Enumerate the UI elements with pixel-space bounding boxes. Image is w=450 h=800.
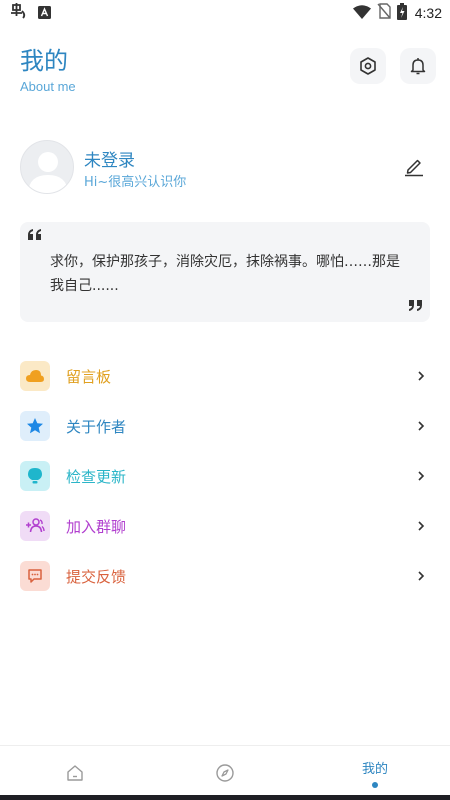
menu-item-about-author[interactable]: 关于作者 <box>20 401 430 451</box>
a-badge-icon <box>38 4 51 23</box>
quote-open-icon <box>28 229 41 240</box>
status-time: 4:32 <box>414 5 442 21</box>
edit-profile-button[interactable] <box>402 154 426 178</box>
settings-hexagon-icon <box>360 57 376 75</box>
quote-text: 求你，保护那孩子，消除灾厄，抹除祸事。哪怕……那是我自己...... <box>50 254 400 294</box>
chevron-right-icon <box>418 371 425 381</box>
settings-button[interactable] <box>350 48 386 84</box>
compass-icon <box>216 764 234 782</box>
profile-name[interactable]: 未登录 <box>84 146 135 171</box>
pencil-icon <box>405 159 423 177</box>
app-notification-icon <box>10 3 28 23</box>
menu-item-label: 加入群聊 <box>66 517 127 536</box>
page-header: 我的 About me <box>20 46 76 96</box>
default-avatar-icon <box>28 152 68 193</box>
menu-item-label: 检查更新 <box>66 467 127 486</box>
tab-mine[interactable]: 我的 <box>300 746 450 796</box>
menu-item-join-group[interactable]: 加入群聊 <box>20 501 430 551</box>
profile-section[interactable]: 未登录 Hi~很高兴认识你 <box>20 140 430 196</box>
star-icon-tile <box>20 411 50 441</box>
menu-item-label: 关于作者 <box>66 417 127 436</box>
tab-home[interactable] <box>0 746 150 796</box>
chevron-right-icon <box>418 571 425 581</box>
profile-greeting: Hi~很高兴认识你 <box>84 175 187 190</box>
star-icon <box>27 418 43 434</box>
menu-item-label: 提交反馈 <box>66 567 127 586</box>
system-gesture-bar <box>0 795 450 800</box>
bottom-nav: 我的 <box>0 745 450 796</box>
cloud-icon-tile <box>20 361 50 391</box>
status-bar: 4:32 <box>0 0 450 26</box>
add-group-icon-tile <box>20 511 50 541</box>
no-sim-icon <box>377 3 391 23</box>
page-title: 我的 <box>20 47 68 75</box>
tab-discover[interactable] <box>150 746 300 796</box>
bulb-icon-tile <box>20 461 50 491</box>
menu-item-message-board[interactable]: 留言板 <box>20 351 430 401</box>
menu-item-label: 留言板 <box>66 367 112 386</box>
menu-item-check-update[interactable]: 检查更新 <box>20 451 430 501</box>
wifi-icon <box>352 4 371 23</box>
battery-charging-icon <box>396 2 407 24</box>
quote-close-icon <box>409 300 422 311</box>
feedback-icon <box>28 569 42 583</box>
notifications-button[interactable] <box>400 48 436 84</box>
home-icon <box>67 765 83 781</box>
quote-card: 求你，保护那孩子，消除灾厄，抹除祸事。哪怕……那是我自己...... <box>20 222 430 322</box>
page-subtitle: About me <box>20 79 76 94</box>
active-tab-indicator <box>372 782 378 788</box>
tab-mine-label: 我的 <box>361 762 388 777</box>
add-group-icon <box>26 518 45 533</box>
status-right: 4:32 <box>352 2 442 24</box>
feedback-icon-tile <box>20 561 50 591</box>
chevron-right-icon <box>418 471 425 481</box>
bulb-icon <box>28 468 42 484</box>
menu-item-feedback[interactable]: 提交反馈 <box>20 551 430 601</box>
status-left <box>10 3 51 23</box>
chevron-right-icon <box>418 421 425 431</box>
chevron-right-icon <box>418 521 425 531</box>
avatar[interactable] <box>20 140 74 194</box>
bell-icon <box>410 58 426 75</box>
menu-list: 留言板 关于作者 检查更新 加入群聊 提交反馈 <box>20 351 430 601</box>
cloud-icon <box>26 370 44 382</box>
